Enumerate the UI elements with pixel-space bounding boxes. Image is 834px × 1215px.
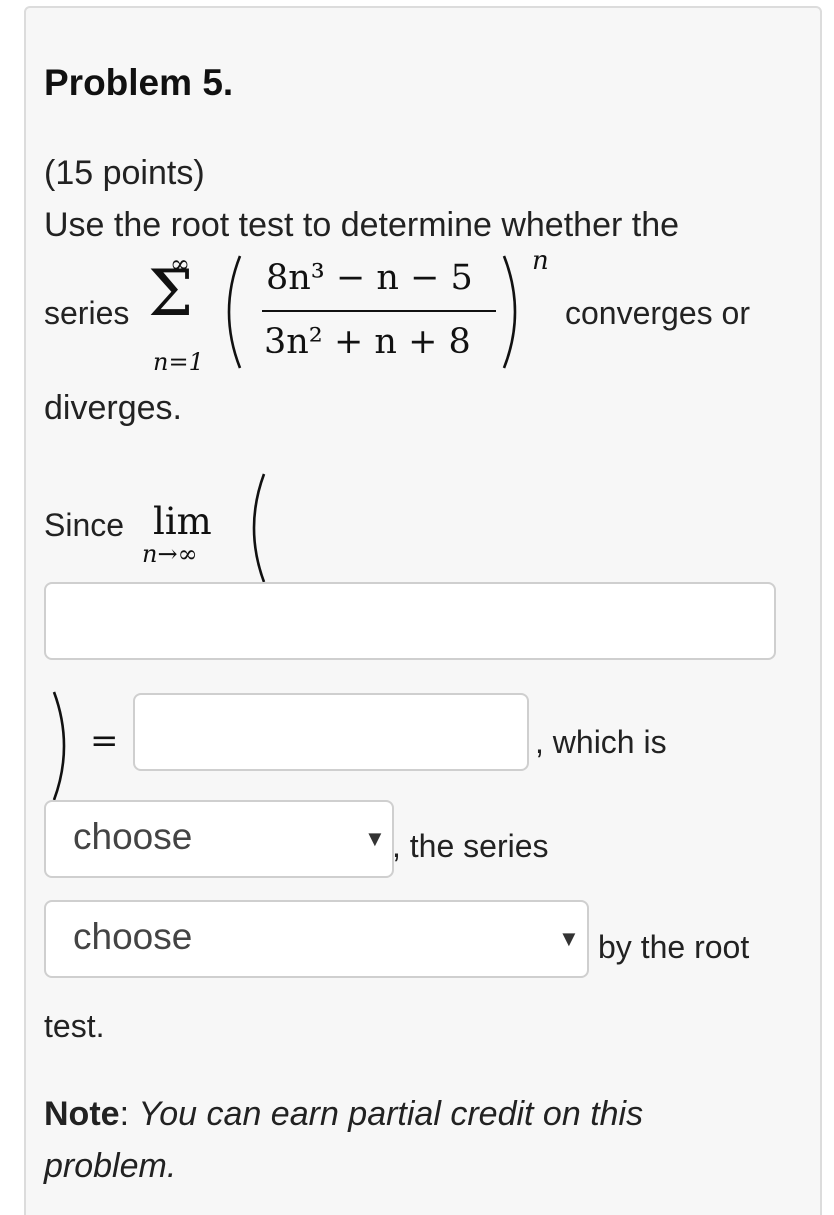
convergence-select-value: choose — [73, 916, 193, 957]
series-exponent: n — [532, 246, 549, 276]
fraction-numerator: 8n³ − n − 5 — [266, 258, 473, 298]
converges-or-text: converges or — [565, 295, 750, 331]
which-is-text: , which is — [535, 724, 667, 760]
limit-expression-input[interactable] — [44, 582, 776, 660]
equals-sign: = — [90, 721, 119, 761]
dropdown-arrow-icon: ▼ — [558, 926, 580, 951]
fraction-bar — [262, 310, 496, 312]
by-the-root-text: by the root — [598, 929, 750, 965]
note-text-line1: You can earn partial credit on this — [138, 1095, 644, 1133]
lim-left-paren — [252, 473, 266, 583]
note-label: Note — [44, 1095, 120, 1133]
dropdown-arrow-icon: ▼ — [364, 826, 386, 851]
points-label: (15 points) — [44, 154, 205, 192]
convergence-select[interactable]: choose ▼ — [44, 900, 589, 978]
lim-symbol: lim — [153, 500, 212, 543]
right-paren-large — [502, 255, 517, 369]
test-text: test. — [44, 1008, 105, 1044]
fraction-denominator: 3n² + n + 8 — [264, 322, 471, 362]
the-series-text: , the series — [392, 828, 549, 864]
comparison-select-value: choose — [73, 816, 193, 857]
sum-lower-limit: n=1 — [153, 348, 204, 376]
note-colon: : — [119, 1095, 130, 1133]
note-text-line2: problem. — [44, 1147, 177, 1185]
since-label: Since — [44, 507, 125, 543]
note-line1: Note: You can earn partial credit on thi… — [44, 1095, 643, 1134]
lim-right-paren — [52, 691, 66, 801]
diverges-text: diverges. — [44, 389, 182, 427]
lim-subscript: n→∞ — [142, 540, 198, 568]
intro-text: Use the root test to determine whether t… — [44, 206, 680, 244]
limit-result-input[interactable] — [133, 693, 529, 771]
problem-title: Problem 5. — [44, 62, 234, 103]
series-word: series — [44, 295, 130, 331]
left-paren-large — [227, 255, 242, 369]
comparison-select[interactable]: choose ▼ — [44, 800, 394, 878]
sigma-symbol: Σ — [148, 257, 194, 331]
